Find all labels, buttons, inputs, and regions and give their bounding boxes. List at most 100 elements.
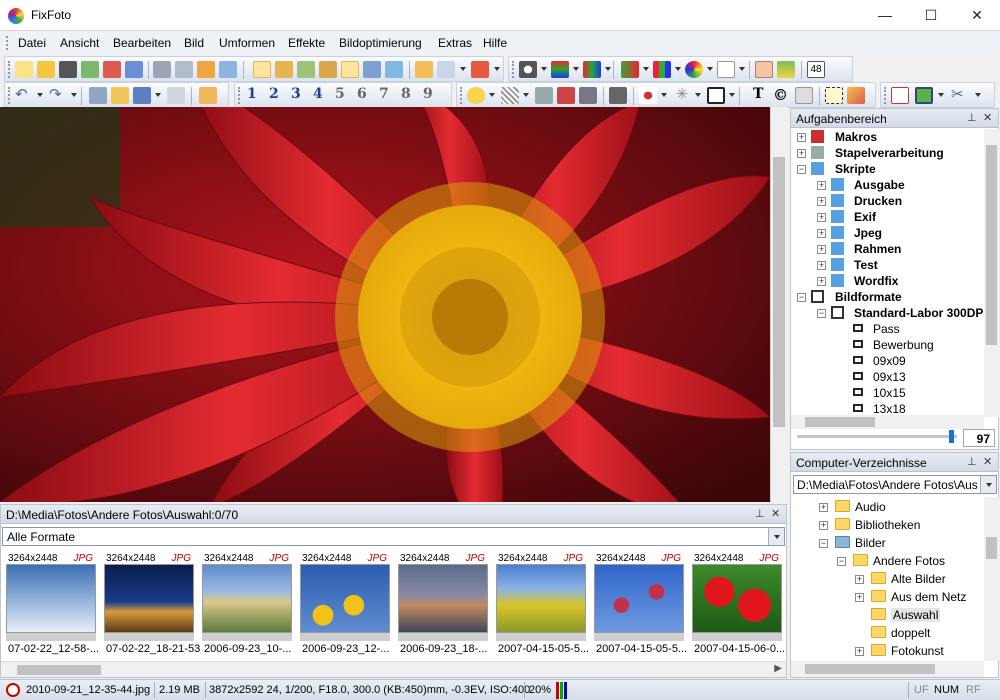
menu-hilfe[interactable]: Hilfe xyxy=(483,36,507,50)
close-icon[interactable]: ✕ xyxy=(983,111,992,124)
view-single-icon[interactable] xyxy=(253,61,271,78)
ext-icon[interactable] xyxy=(199,87,217,104)
camera-icon[interactable] xyxy=(59,61,77,78)
expand-icon[interactable]: + xyxy=(817,213,826,222)
chevron-down-icon[interactable] xyxy=(605,67,611,71)
layers-icon[interactable] xyxy=(535,87,553,104)
menu-bearbeiten[interactable]: Bearbeiten xyxy=(113,36,171,50)
preset-6-button[interactable]: 6 xyxy=(357,86,367,102)
menu-extras[interactable]: Extras xyxy=(438,36,472,50)
stack-icon[interactable] xyxy=(579,87,597,104)
scroll-thumb[interactable] xyxy=(986,145,997,345)
chevron-down-icon[interactable] xyxy=(573,67,579,71)
chevron-down-icon[interactable] xyxy=(155,93,161,97)
thumbnail-item[interactable]: 3264x2448 JPG 2006-09-23_12-... xyxy=(300,553,390,655)
refresh-icon[interactable] xyxy=(385,61,403,78)
menu-grip[interactable] xyxy=(6,36,9,50)
thumbnail-item[interactable]: 3264x2448 JPG 2006-09-23_18-... xyxy=(398,553,488,655)
chevron-down-icon[interactable] xyxy=(707,67,713,71)
red-eye-icon[interactable] xyxy=(639,87,657,104)
copy-icon[interactable] xyxy=(89,87,107,104)
chevron-down-icon[interactable] xyxy=(71,93,77,97)
rgb-icon[interactable] xyxy=(653,61,671,78)
green-frame-icon[interactable] xyxy=(915,87,933,104)
view-thumbs-icon[interactable] xyxy=(275,61,293,78)
thumbnail-item[interactable]: 3264x2448 JPG 2007-04-15-05-5... xyxy=(496,553,589,655)
pin-icon[interactable]: ⊥ xyxy=(967,455,977,468)
thumbnail-item[interactable]: 3264x2448 JPG 07-02-22_12-58-... xyxy=(6,553,99,655)
format-filter-select[interactable]: Alle Formate xyxy=(2,527,785,546)
chevron-down-icon[interactable] xyxy=(675,67,681,71)
scroll-thumb[interactable] xyxy=(17,665,101,675)
chevron-down-icon[interactable] xyxy=(489,93,495,97)
zoom-icon[interactable] xyxy=(437,61,455,78)
export-icon[interactable] xyxy=(125,61,143,78)
scroll-thumb[interactable] xyxy=(805,664,935,674)
chevron-down-icon[interactable] xyxy=(739,67,745,71)
pin-icon[interactable]: ⊥ xyxy=(755,507,765,520)
menu-ansicht[interactable]: Ansicht xyxy=(60,36,99,50)
chevron-down-icon[interactable] xyxy=(729,93,735,97)
landscape-icon[interactable] xyxy=(777,61,795,78)
clock-icon[interactable] xyxy=(415,61,433,78)
thumbnail-item[interactable]: 3264x2448 JPG 2007-04-15-06-0... xyxy=(692,553,785,655)
undo-icon[interactable]: ↶ xyxy=(15,87,33,104)
task-panel-hscroll[interactable] xyxy=(791,415,984,429)
expand-icon[interactable]: + xyxy=(855,647,864,656)
expand-icon[interactable]: + xyxy=(819,521,828,530)
thumbnail-item[interactable]: 3264x2448 JPG 2006-09-23_10-... xyxy=(202,553,292,655)
collapse-icon[interactable]: − xyxy=(797,165,806,174)
pen-icon[interactable] xyxy=(717,61,735,78)
close-icon[interactable]: ✕ xyxy=(771,507,780,520)
chart-icon[interactable] xyxy=(621,61,639,78)
expand-icon[interactable]: + xyxy=(819,503,828,512)
paint-icon[interactable] xyxy=(847,87,865,104)
scissors-icon[interactable]: ✂ xyxy=(951,87,969,104)
scan-icon[interactable] xyxy=(219,61,237,78)
task-panel-scrollbar[interactable] xyxy=(984,129,999,417)
print-icon[interactable] xyxy=(175,61,193,78)
expand-icon[interactable]: + xyxy=(817,261,826,270)
chevron-down-icon[interactable] xyxy=(460,67,466,71)
expand-icon[interactable]: + xyxy=(817,229,826,238)
expand-icon[interactable]: + xyxy=(817,197,826,206)
pin-icon[interactable]: ⊥ xyxy=(967,111,977,124)
menu-datei[interactable]: Datei xyxy=(18,36,46,50)
zoom-value[interactable]: 97 xyxy=(963,429,995,447)
main-image-view[interactable] xyxy=(0,107,770,502)
path-combobox[interactable]: D:\Media\Fotos\Andere Fotos\Aus xyxy=(793,475,997,494)
preset-3-button[interactable]: 3 xyxy=(291,86,301,102)
preset-8-button[interactable]: 8 xyxy=(401,86,411,102)
fullscreen-icon[interactable] xyxy=(707,87,725,104)
maximize-button[interactable]: ☐ xyxy=(908,0,954,31)
collapse-icon[interactable]: − xyxy=(817,309,826,318)
zoom-slider[interactable] xyxy=(797,430,957,443)
expand-icon[interactable]: + xyxy=(855,575,864,584)
crop-icon[interactable] xyxy=(755,61,773,78)
scroll-right-icon[interactable]: ▶ xyxy=(774,663,782,674)
chevron-down-icon[interactable] xyxy=(37,93,43,97)
levels-icon[interactable] xyxy=(583,61,601,78)
redo-icon[interactable]: ↷ xyxy=(49,87,67,104)
thumbnail-scrollbar[interactable]: ▶ xyxy=(1,661,786,677)
list-icon[interactable] xyxy=(153,61,171,78)
document-icon[interactable] xyxy=(167,87,185,104)
sparkle-icon[interactable]: ✳ xyxy=(673,87,691,104)
chevron-down-icon[interactable] xyxy=(643,67,649,71)
scroll-thumb[interactable] xyxy=(986,537,997,559)
chevron-down-icon[interactable] xyxy=(494,67,500,71)
select-icon[interactable] xyxy=(825,87,843,104)
frame-icon[interactable] xyxy=(795,87,813,104)
collapse-icon[interactable]: − xyxy=(797,293,806,302)
expand-icon[interactable]: + xyxy=(797,149,806,158)
close-icon[interactable]: ✕ xyxy=(983,455,992,468)
noise-icon[interactable] xyxy=(501,87,519,104)
new-icon[interactable] xyxy=(15,61,33,78)
square-icon[interactable] xyxy=(609,87,627,104)
open-folder-icon[interactable] xyxy=(37,61,55,78)
chevron-down-icon[interactable] xyxy=(938,93,944,97)
collapse-icon[interactable]: − xyxy=(837,557,846,566)
expand-icon[interactable]: + xyxy=(817,277,826,286)
dpi-icon[interactable] xyxy=(557,87,575,104)
filter-dropdown-button[interactable] xyxy=(768,528,784,545)
